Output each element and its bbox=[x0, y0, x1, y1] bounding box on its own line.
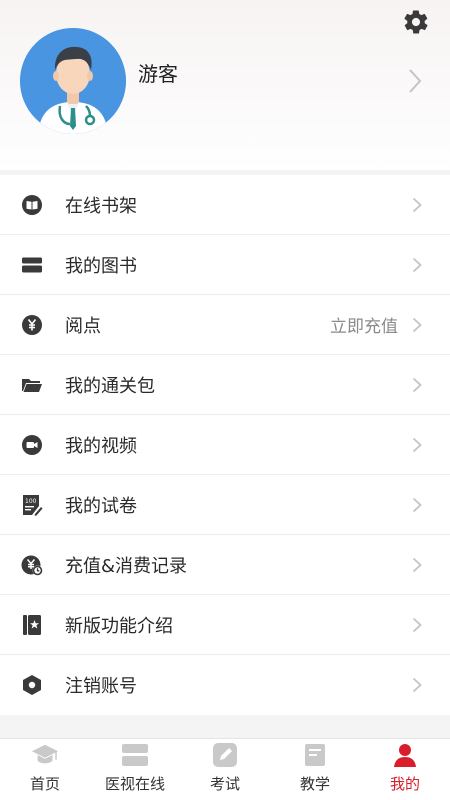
menu-item-label: 注销账号 bbox=[65, 676, 137, 697]
menu-item-reading-points[interactable]: 阅点 立即充值 bbox=[0, 295, 450, 355]
menu-item-clearance-pack[interactable]: 我的通关包 bbox=[0, 355, 450, 415]
doctor-avatar-icon bbox=[20, 28, 126, 134]
nav-tab-home[interactable]: 首页 bbox=[0, 739, 90, 800]
person-icon bbox=[391, 741, 419, 769]
menu-item-cancel-account[interactable]: 注销账号 bbox=[0, 655, 450, 715]
menu-item-label: 在线书架 bbox=[65, 195, 137, 217]
menu-item-feature-intro[interactable]: 新版功能介绍 bbox=[0, 595, 450, 655]
menu-list: 在线书架 我的图书 阅点 立即充值 我的通关包 我的视频 100 我的试卷 充值… bbox=[0, 175, 450, 715]
recharge-record-icon bbox=[21, 554, 43, 576]
book-icon bbox=[21, 194, 43, 216]
hexagon-icon bbox=[21, 674, 43, 696]
settings-button[interactable] bbox=[400, 6, 432, 38]
chevron-right-icon bbox=[412, 617, 422, 633]
menu-item-label: 我的通关包 bbox=[65, 375, 155, 397]
profile-header[interactable]: 游客 bbox=[0, 0, 450, 170]
menu-item-online-bookshelf[interactable]: 在线书架 bbox=[0, 175, 450, 235]
folder-icon bbox=[21, 374, 43, 396]
menu-item-label: 我的视频 bbox=[65, 435, 137, 457]
nav-tab-label: 考试 bbox=[209, 775, 240, 793]
chevron-right-icon bbox=[412, 677, 422, 693]
chevron-right-icon bbox=[412, 317, 422, 333]
menu-item-my-books[interactable]: 我的图书 bbox=[0, 235, 450, 295]
nav-tab-label: 首页 bbox=[29, 775, 60, 793]
exam-paper-icon: 100 bbox=[21, 494, 43, 516]
books-icon bbox=[21, 254, 43, 276]
nav-tab-exam[interactable]: 考试 bbox=[180, 739, 270, 800]
avatar[interactable] bbox=[20, 28, 126, 134]
menu-item-my-videos[interactable]: 我的视频 bbox=[0, 415, 450, 475]
nav-tab-mine[interactable]: 我的 bbox=[360, 739, 450, 800]
chevron-right-icon bbox=[412, 557, 422, 573]
chevron-right-icon bbox=[412, 437, 422, 453]
menu-item-label: 阅点 bbox=[65, 315, 101, 337]
nav-tab-label: 教学 bbox=[299, 775, 330, 793]
media-icon bbox=[121, 741, 149, 769]
my-page: 游客 在线书架 我的图书 阅点 立即充值 我的通关包 我的视频 100 我的试卷… bbox=[0, 0, 450, 800]
menu-item-label: 充值&消费记录 bbox=[65, 555, 188, 577]
bottom-nav: 首页 医视在线 考试 教学 我的 bbox=[0, 738, 450, 800]
teaching-icon bbox=[301, 741, 329, 769]
chevron-right-icon bbox=[412, 377, 422, 393]
recharge-now-link[interactable]: 立即充值 bbox=[330, 312, 398, 337]
nav-tab-label: 医视在线 bbox=[104, 775, 165, 793]
menu-item-label: 我的试卷 bbox=[65, 495, 137, 517]
gear-icon bbox=[404, 10, 428, 34]
feature-intro-icon bbox=[21, 614, 43, 636]
username: 游客 bbox=[138, 62, 178, 86]
chevron-right-icon bbox=[412, 497, 422, 513]
nav-tab-teaching[interactable]: 教学 bbox=[270, 739, 360, 800]
chevron-right-icon bbox=[412, 257, 422, 273]
menu-item-recharge-records[interactable]: 充值&消费记录 bbox=[0, 535, 450, 595]
pencil-note-icon bbox=[211, 741, 239, 769]
yen-icon bbox=[21, 314, 43, 336]
svg-text:100: 100 bbox=[25, 498, 37, 505]
menu-item-my-exam-papers[interactable]: 100 我的试卷 bbox=[0, 475, 450, 535]
video-icon bbox=[21, 434, 43, 456]
menu-item-label: 新版功能介绍 bbox=[65, 615, 173, 637]
graduation-cap-icon bbox=[31, 741, 59, 769]
menu-item-label: 我的图书 bbox=[65, 255, 137, 277]
nav-tab-medical-video[interactable]: 医视在线 bbox=[90, 739, 180, 800]
chevron-right-icon bbox=[412, 197, 422, 213]
nav-tab-label: 我的 bbox=[389, 775, 420, 793]
chevron-right-icon bbox=[409, 69, 422, 93]
